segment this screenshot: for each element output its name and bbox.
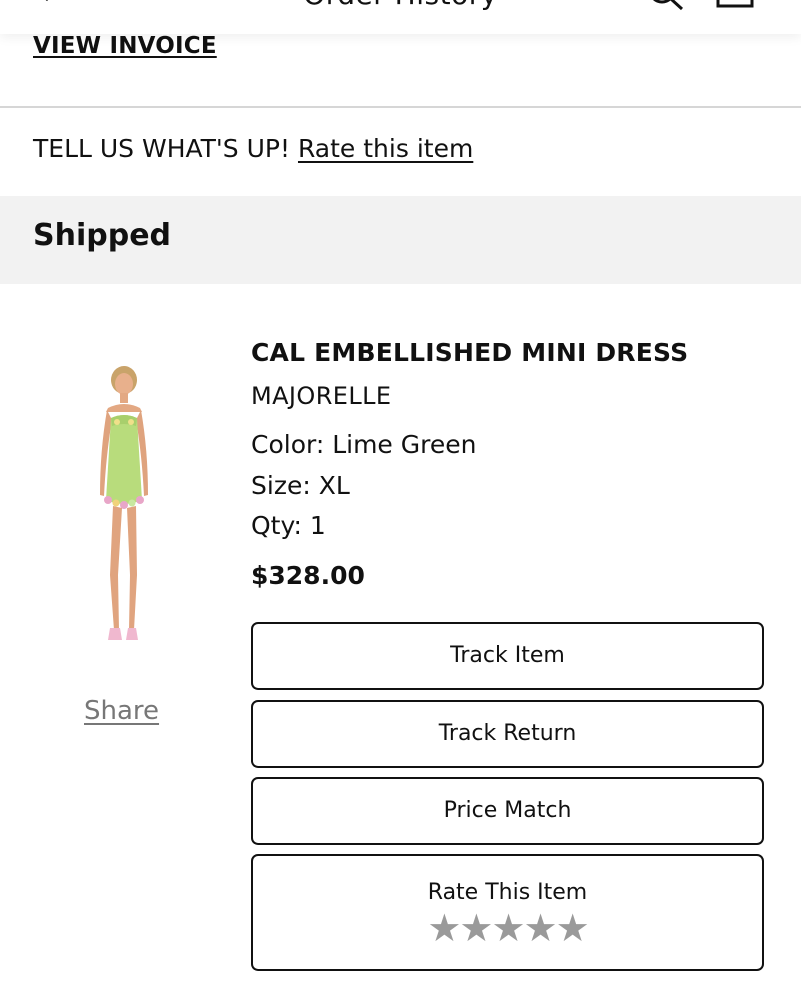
rate-this-item-button[interactable]: Rate This Item ★★★★★ [251,854,764,971]
product-quantity: Qty: 1 [251,511,326,540]
rate-item-link[interactable]: Rate this item [298,134,473,163]
shipment-status: Shipped [33,218,172,253]
track-item-button[interactable]: Track Item [251,622,764,690]
feedback-row: TELL US WHAT'S UP! Rate this item [33,134,473,163]
track-item-label: Track Item [450,643,565,668]
product-name[interactable]: CAL EMBELLISHED MINI DRESS [251,338,688,367]
app-header: Order History [0,0,801,34]
price-match-button[interactable]: Price Match [251,777,764,845]
section-divider [0,106,801,108]
track-return-button[interactable]: Track Return [251,700,764,768]
product-image[interactable] [70,360,180,660]
view-invoice-link[interactable]: VIEW INVOICE [33,33,217,59]
shipment-status-band: Shipped [0,196,801,284]
product-brand[interactable]: MAJORELLE [251,382,391,410]
track-return-label: Track Return [438,721,577,746]
price-match-label: Price Match [443,798,572,823]
share-link[interactable]: Share [84,696,159,726]
product-price: $328.00 [251,561,365,590]
search-icon[interactable] [644,0,686,12]
rate-this-item-label: Rate This Item [427,880,588,905]
feedback-prompt: TELL US WHAT'S UP! [33,134,291,163]
shopping-bag-icon[interactable] [714,0,756,10]
product-size: Size: XL [251,471,350,500]
rating-stars-icon[interactable]: ★★★★★ [253,909,762,947]
product-color: Color: Lime Green [251,430,477,459]
